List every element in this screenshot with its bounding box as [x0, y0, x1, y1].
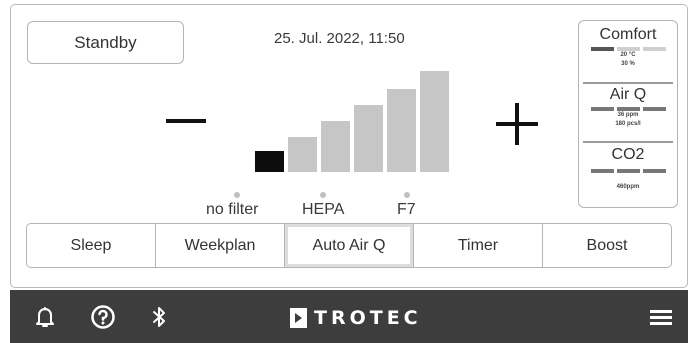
- filter-option-no-filter[interactable]: no filter: [206, 201, 258, 219]
- comfort-section[interactable]: Comfort 20 °C 30 %: [579, 26, 677, 69]
- filter-option-hepa[interactable]: HEPA: [302, 201, 344, 219]
- comfort-temperature: 20 °C: [620, 52, 636, 58]
- filter-indicator-no-filter: [234, 192, 240, 198]
- co2-title: CO2: [611, 146, 645, 163]
- filter-indicator-hepa: [320, 192, 326, 198]
- comfort-humidity: 30 %: [621, 61, 635, 67]
- mode-sleep-button[interactable]: Sleep: [27, 224, 156, 267]
- status-panel: Comfort 20 °C 30 % Air Q 36 ppm 180 pcs/…: [578, 20, 678, 208]
- mode-tabs: Sleep Weekplan Auto Air Q Timer Boost: [26, 223, 672, 268]
- comfort-title: Comfort: [599, 26, 657, 43]
- trotec-logo: TROTEC: [290, 307, 422, 329]
- bluetooth-icon[interactable]: [146, 304, 172, 330]
- divider: [583, 141, 673, 143]
- filter-option-f7[interactable]: F7: [397, 201, 416, 219]
- help-icon[interactable]: [90, 304, 116, 330]
- airq-ppm: 36 ppm: [617, 112, 639, 118]
- fan-level-bars: [255, 70, 451, 172]
- standby-button[interactable]: Standby: [27, 21, 184, 64]
- fan-increase-button[interactable]: [492, 99, 542, 149]
- date-time: 25. Jul. 2022, 11:50: [274, 30, 405, 47]
- airq-section[interactable]: Air Q 36 ppm 180 pcs/l: [579, 86, 677, 129]
- mode-weekplan-button[interactable]: Weekplan: [156, 224, 285, 267]
- fan-level-1[interactable]: [255, 151, 284, 172]
- minus-icon: [166, 119, 206, 123]
- airq-title: Air Q: [609, 86, 647, 103]
- co2-section[interactable]: CO2 460ppm: [579, 146, 677, 192]
- mode-timer-button[interactable]: Timer: [414, 224, 543, 267]
- fan-level-2[interactable]: [288, 137, 317, 172]
- fan-level-6[interactable]: [420, 71, 449, 172]
- brand-name: TROTEC: [314, 307, 422, 329]
- mode-boost-button[interactable]: Boost: [543, 224, 671, 267]
- fan-level-4[interactable]: [354, 105, 383, 172]
- mode-auto-air-q-button[interactable]: Auto Air Q: [285, 224, 414, 267]
- bell-icon[interactable]: [32, 304, 58, 330]
- divider: [583, 82, 673, 84]
- filter-indicator-f7: [404, 192, 410, 198]
- airq-particles: 180 pcs/l: [615, 121, 641, 127]
- fan-decrease-button[interactable]: [162, 103, 210, 143]
- fan-level-3[interactable]: [321, 121, 350, 172]
- co2-ppm: 460ppm: [616, 184, 640, 190]
- fan-level-5[interactable]: [387, 89, 416, 172]
- co2-level-bars: [579, 169, 677, 173]
- logo-mark-icon: [290, 308, 307, 328]
- menu-icon[interactable]: [650, 310, 672, 326]
- footer-bar: TROTEC: [10, 290, 688, 343]
